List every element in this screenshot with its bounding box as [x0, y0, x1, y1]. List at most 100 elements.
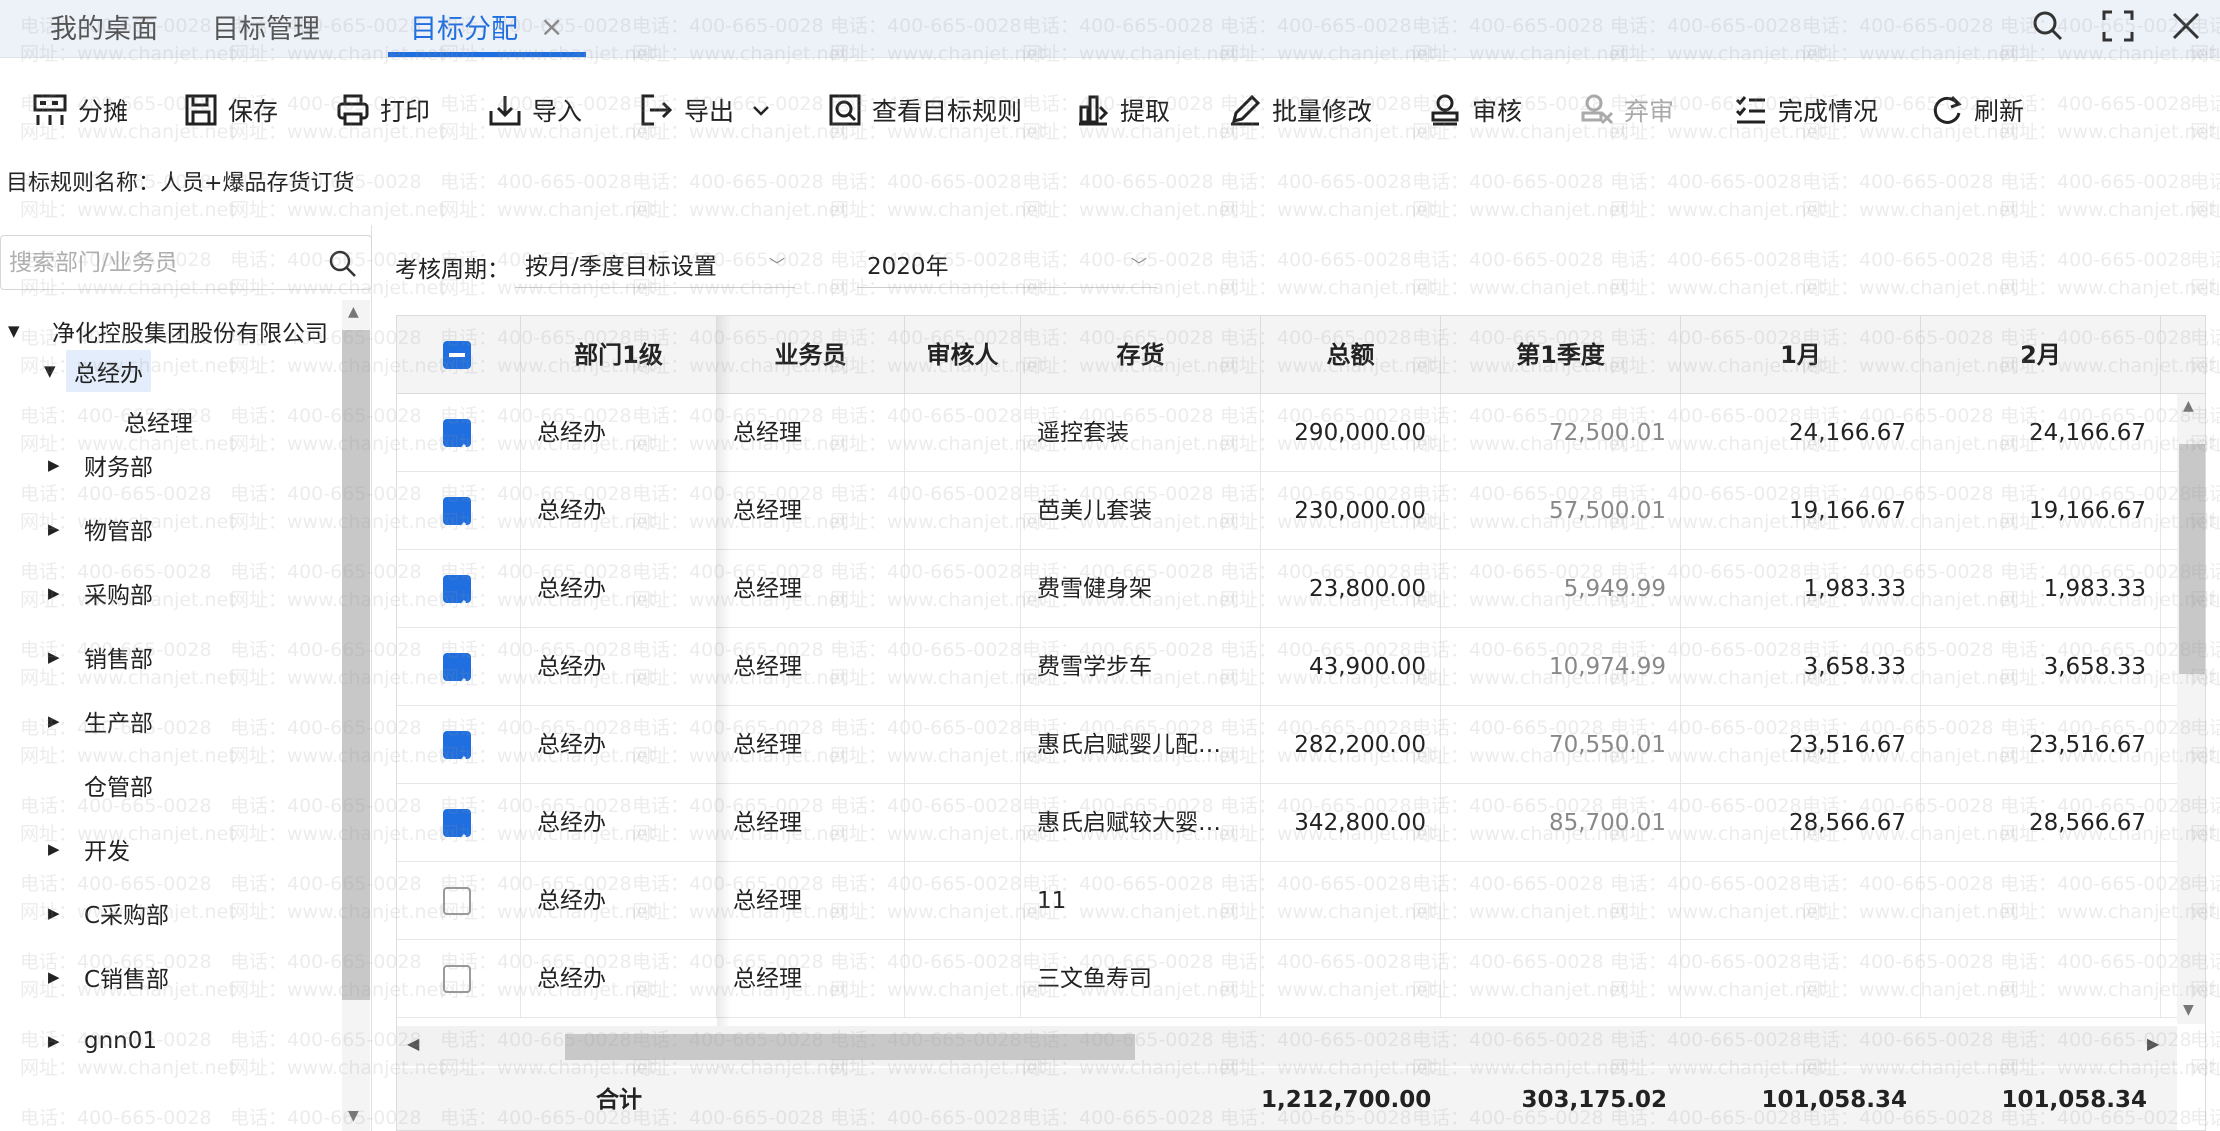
cell-total[interactable]: 23,800.00 — [1261, 550, 1441, 628]
scroll-left-icon[interactable]: ◀ — [407, 1034, 419, 1053]
cell-q1[interactable]: 5,949.99 — [1441, 550, 1681, 628]
grid-vertical-scrollbar-thumb[interactable] — [2179, 444, 2205, 674]
search-icon[interactable] — [2026, 4, 2070, 48]
cell-q1[interactable]: 85,700.01 — [1441, 784, 1681, 862]
cell-auditor[interactable] — [905, 862, 1021, 940]
header-salesman[interactable]: 业务员 — [717, 316, 905, 394]
collapsed-arrow-icon[interactable]: ▶ — [48, 520, 70, 538]
tree-node-c-purchasing[interactable]: ▶ C采购部 — [48, 893, 169, 933]
cell-total[interactable]: 290,000.00 — [1261, 394, 1441, 472]
row-checkbox[interactable] — [443, 809, 471, 850]
collapsed-arrow-icon[interactable]: ▶ — [48, 968, 70, 986]
tree-node-warehouse[interactable]: 仓管部 — [84, 765, 153, 805]
cell-total[interactable] — [1261, 862, 1441, 940]
collapsed-arrow-icon[interactable]: ▶ — [48, 648, 70, 666]
split-button[interactable]: 分摊 — [32, 80, 128, 140]
select-all-checkbox[interactable] — [443, 341, 471, 369]
search-icon[interactable] — [327, 248, 357, 278]
tab-target-management[interactable]: 目标管理 — [212, 8, 320, 52]
cell-q1[interactable]: 57,500.01 — [1441, 472, 1681, 550]
close-window-icon[interactable] — [2164, 4, 2208, 48]
scroll-right-icon[interactable]: ▶ — [2147, 1034, 2159, 1053]
tree-scrollbar-thumb[interactable] — [342, 330, 370, 1000]
tree-node-sales[interactable]: ▶ 销售部 — [48, 637, 153, 677]
cell-m2[interactable]: 3,658.33 — [1921, 628, 2161, 706]
tree-node-c-sales[interactable]: ▶ C销售部 — [48, 957, 169, 997]
cell-salesman[interactable]: 总经理 — [717, 940, 905, 1018]
cell-dept[interactable]: 总经办 — [521, 550, 717, 628]
header-m1[interactable]: 1月 — [1681, 316, 1921, 394]
cell-m1[interactable]: 3,658.33 — [1681, 628, 1921, 706]
chevron-down-icon[interactable] — [750, 99, 772, 121]
import-button[interactable]: 导入 — [488, 80, 582, 140]
tree-node-finance[interactable]: ▶ 财务部 — [48, 445, 153, 485]
completion-button[interactable]: 完成情况 — [1734, 80, 1878, 140]
cell-auditor[interactable] — [905, 394, 1021, 472]
tree-node-production[interactable]: ▶ 生产部 — [48, 701, 153, 741]
cell-total[interactable]: 342,800.00 — [1261, 784, 1441, 862]
cell-m1[interactable]: 1,983.33 — [1681, 550, 1921, 628]
cell-m1[interactable] — [1681, 940, 1921, 1018]
cell-dept[interactable]: 总经办 — [521, 862, 717, 940]
cell-auditor[interactable] — [905, 472, 1021, 550]
row-checkbox[interactable] — [443, 965, 471, 993]
cell-total[interactable]: 230,000.00 — [1261, 472, 1441, 550]
cell-salesman[interactable]: 总经理 — [717, 394, 905, 472]
cell-salesman[interactable]: 总经理 — [717, 706, 905, 784]
row-checkbox[interactable] — [443, 653, 471, 694]
print-button[interactable]: 打印 — [336, 80, 430, 140]
row-checkbox[interactable] — [443, 419, 471, 460]
cell-salesman[interactable]: 总经理 — [717, 784, 905, 862]
expanded-arrow-icon[interactable]: ▼ — [8, 322, 30, 340]
cell-stock[interactable]: 芭美儿套装 — [1021, 472, 1261, 550]
save-button[interactable]: 保存 — [184, 80, 278, 140]
grid-horizontal-scrollbar[interactable]: ◀ ▶ — [397, 1026, 2177, 1066]
collapsed-arrow-icon[interactable]: ▶ — [48, 456, 70, 474]
row-checkbox[interactable] — [443, 575, 471, 616]
cell-salesman[interactable]: 总经理 — [717, 550, 905, 628]
cell-salesman[interactable]: 总经理 — [717, 472, 905, 550]
scroll-up-icon[interactable]: ▲ — [2183, 398, 2194, 414]
view-target-rule-button[interactable]: 查看目标规则 — [828, 80, 1022, 140]
period-select[interactable]: 按月/季度目标设置 ﹀ — [515, 240, 795, 288]
row-checkbox[interactable] — [443, 731, 471, 772]
cell-m2[interactable]: 19,166.67 — [1921, 472, 2161, 550]
table-row[interactable]: 总经办 总经理 芭美儿套装 230,000.00 57,500.01 19,166.67 1… — [397, 472, 2177, 550]
cell-dept[interactable]: 总经办 — [521, 706, 717, 784]
cell-q1[interactable]: 72,500.01 — [1441, 394, 1681, 472]
tab-my-desktop[interactable]: 我的桌面 — [50, 8, 158, 52]
tree-node-general-office[interactable]: ▼ 总经办 — [44, 350, 151, 392]
tree-node-gnn01[interactable]: ▶ gnn01 — [48, 1021, 157, 1061]
audit-button[interactable]: 审核 — [1428, 80, 1522, 140]
cell-salesman[interactable]: 总经理 — [717, 628, 905, 706]
cell-q1[interactable] — [1441, 862, 1681, 940]
cell-stock[interactable]: 费雪健身架 — [1021, 550, 1261, 628]
year-select[interactable]: 2020年 ﹀ — [857, 240, 1157, 288]
cell-q1[interactable]: 10,974.99 — [1441, 628, 1681, 706]
collapsed-arrow-icon[interactable]: ▶ — [48, 840, 70, 858]
tree-node-purchasing[interactable]: ▶ 采购部 — [48, 573, 153, 613]
cell-q1[interactable] — [1441, 940, 1681, 1018]
header-stock[interactable]: 存货 — [1021, 316, 1261, 394]
abandon-audit-button[interactable]: 弃审 — [1580, 80, 1674, 140]
export-button[interactable]: 导出 — [640, 80, 782, 140]
table-row[interactable]: 总经办 总经理 费雪学步车 43,900.00 10,974.99 3,658.33 3,6… — [397, 628, 2177, 706]
cell-stock[interactable]: 三文鱼寿司 — [1021, 940, 1261, 1018]
collapsed-arrow-icon[interactable]: ▶ — [48, 712, 70, 730]
cell-dept[interactable]: 总经办 — [521, 940, 717, 1018]
header-m2[interactable]: 2月 — [1921, 316, 2161, 394]
cell-m1[interactable]: 28,566.67 — [1681, 784, 1921, 862]
cell-auditor[interactable] — [905, 706, 1021, 784]
cell-m2[interactable] — [1921, 862, 2161, 940]
cell-stock[interactable]: 惠氏启赋婴儿配… — [1021, 706, 1261, 784]
grid-vertical-scrollbar[interactable]: ▲ ▼ — [2177, 394, 2205, 1024]
cell-auditor[interactable] — [905, 940, 1021, 1018]
table-row[interactable]: 总经办 总经理 惠氏启赋较大婴… 342,800.00 85,700.01 28,566.… — [397, 784, 2177, 862]
expanded-arrow-icon[interactable]: ▼ — [44, 362, 66, 380]
collapsed-arrow-icon[interactable]: ▶ — [48, 904, 70, 922]
tab-close-icon[interactable]: × — [540, 10, 563, 43]
tree-node-general-manager[interactable]: 总经理 — [124, 401, 193, 441]
cell-dept[interactable]: 总经办 — [521, 784, 717, 862]
grid-horizontal-scrollbar-thumb[interactable] — [565, 1034, 1135, 1060]
table-row[interactable]: 总经办 总经理 三文鱼寿司 — [397, 940, 2177, 1018]
